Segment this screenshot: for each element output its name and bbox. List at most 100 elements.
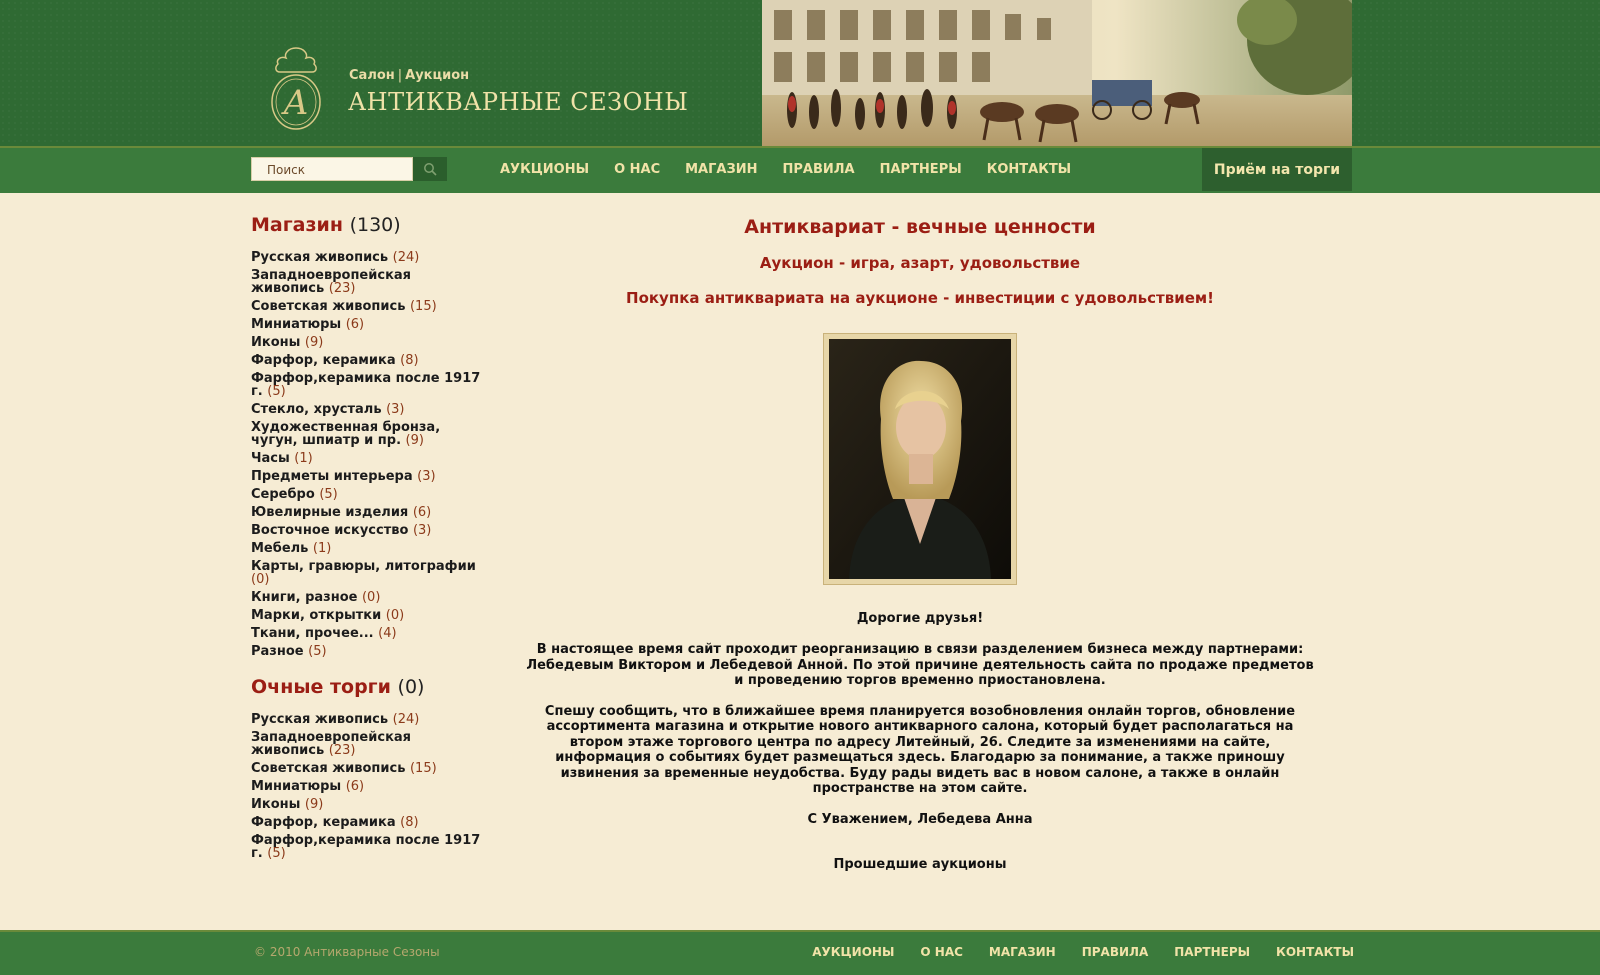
category-label[interactable]: Предметы интерьера [251, 469, 413, 484]
category-label[interactable]: Русская живопись [251, 250, 388, 265]
list-item[interactable]: Художественная бронза, чугун, шпиатр и п… [251, 421, 487, 447]
category-label[interactable]: Мебель [251, 541, 308, 556]
search-input[interactable]: Поиск [251, 157, 413, 181]
category-label[interactable]: Разное [251, 644, 304, 659]
category-count: (23) [328, 743, 356, 758]
consign-button[interactable]: Приём на торги [1202, 148, 1352, 191]
footer-item-contacts[interactable]: КОНТАКТЫ [1276, 945, 1354, 959]
category-count: (0) [385, 608, 405, 623]
nav-item-shop[interactable]: МАГАЗИН [685, 162, 757, 177]
list-item[interactable]: Русская живопись (24) [251, 251, 487, 264]
category-count: (0) [361, 590, 381, 605]
footer-item-about[interactable]: О НАС [920, 945, 963, 959]
footer-item-partners[interactable]: ПАРТНЕРЫ [1174, 945, 1250, 959]
nav-item-partners[interactable]: ПАРТНЕРЫ [880, 162, 962, 177]
list-item[interactable]: Фарфор,керамика после 1917 г. (5) [251, 372, 487, 398]
shop-count: (130) [349, 214, 401, 236]
shop-title-link[interactable]: Магазин [251, 214, 343, 236]
search-button[interactable] [413, 157, 447, 181]
category-count: (5) [319, 487, 338, 502]
list-item[interactable]: Миниатюры (6) [251, 780, 487, 793]
auction-category-list: Русская живопись (24) Западноевропейская… [251, 713, 487, 860]
category-count: (8) [400, 815, 419, 830]
list-item[interactable]: Западноевропейская живопись (23) [251, 731, 487, 757]
list-item[interactable]: Ткани, прочее... (4) [251, 627, 487, 640]
category-label[interactable]: Иконы [251, 335, 300, 350]
list-item[interactable]: Ювелирные изделия (6) [251, 506, 487, 519]
footer-item-shop[interactable]: МАГАЗИН [989, 945, 1056, 959]
category-label[interactable]: Карты, гравюры, литографии [251, 559, 476, 574]
live-auction-heading: Очные торги (0) [251, 676, 487, 698]
category-label[interactable]: Фарфор, керамика [251, 815, 396, 830]
category-label[interactable]: Стекло, хрусталь [251, 402, 382, 417]
list-item[interactable]: Марки, открытки (0) [251, 609, 487, 622]
brand-salon[interactable]: Салон [349, 68, 395, 83]
category-label[interactable]: Советская живопись [251, 299, 405, 314]
list-item[interactable]: Серебро (5) [251, 488, 487, 501]
list-item[interactable]: Стекло, хрусталь (3) [251, 403, 487, 416]
copyright-text: © 2010 Антикварные Сезоны [254, 945, 440, 959]
category-count: (5) [308, 644, 327, 659]
past-auctions-link[interactable]: Прошедшие аукционы [525, 857, 1315, 872]
category-label[interactable]: Часы [251, 451, 290, 466]
footer-item-auctions[interactable]: АУКЦИОНЫ [812, 945, 894, 959]
page-tagline: Покупка антиквариата на аукционе - инвес… [626, 289, 1214, 307]
list-item[interactable]: Предметы интерьера (3) [251, 470, 487, 483]
category-count: (6) [345, 779, 365, 794]
list-item[interactable]: Советская живопись (15) [251, 762, 487, 775]
list-item[interactable]: Фарфор,керамика после 1917 г. (5) [251, 834, 487, 860]
nav-item-auctions[interactable]: АУКЦИОНЫ [500, 162, 589, 177]
list-item[interactable]: Миниатюры (6) [251, 318, 487, 331]
category-label[interactable]: Серебро [251, 487, 315, 502]
list-item[interactable]: Восточное искусство (3) [251, 524, 487, 537]
list-item[interactable]: Фарфор, керамика (8) [251, 816, 487, 829]
category-label[interactable]: Миниатюры [251, 317, 341, 332]
list-item[interactable]: Часы (1) [251, 452, 487, 465]
svg-text:A: A [281, 83, 309, 123]
signature-text: С Уважением, Лебедева Анна [807, 811, 1033, 827]
shop-category-list: Русская живопись (24) Западноевропейская… [251, 251, 487, 658]
footer-item-rules[interactable]: ПРАВИЛА [1082, 945, 1149, 959]
main-content: Антиквариат - вечные ценности Аукцион - … [525, 214, 1315, 872]
brand-auction[interactable]: Аукцион [405, 68, 469, 83]
category-label[interactable]: Миниатюры [251, 779, 341, 794]
category-count: (9) [304, 335, 324, 350]
category-count: (1) [294, 451, 313, 466]
category-count: (1) [312, 541, 332, 556]
category-label[interactable]: Фарфор, керамика [251, 353, 396, 368]
list-item[interactable]: Иконы (9) [251, 336, 487, 349]
category-count: (24) [392, 712, 420, 727]
category-label[interactable]: Русская живопись [251, 712, 388, 727]
list-item[interactable]: Фарфор, керамика (8) [251, 354, 487, 367]
list-item[interactable]: Книги, разное (0) [251, 591, 487, 604]
category-count: (3) [386, 402, 405, 417]
list-item[interactable]: Русская живопись (24) [251, 713, 487, 726]
list-item[interactable]: Западноевропейская живопись (23) [251, 269, 487, 295]
category-label[interactable]: Ткани, прочее... [251, 626, 374, 641]
category-label[interactable]: Книги, разное [251, 590, 357, 605]
category-count: (9) [405, 433, 424, 448]
category-label[interactable]: Советская живопись [251, 761, 405, 776]
nav-item-rules[interactable]: ПРАВИЛА [782, 162, 854, 177]
list-item[interactable]: Разное (5) [251, 645, 487, 658]
category-label[interactable]: Иконы [251, 797, 300, 812]
live-auction-title-link[interactable]: Очные торги [251, 676, 391, 698]
monogram-a-emblem-icon[interactable]: A [266, 42, 326, 130]
category-count: (24) [392, 250, 420, 265]
nav-item-contacts[interactable]: КОНТАКТЫ [987, 162, 1071, 177]
site-footer: © 2010 Антикварные Сезоны АУКЦИОНЫ О НАС… [0, 930, 1600, 975]
list-item[interactable]: Советская живопись (15) [251, 300, 487, 313]
category-count: (15) [409, 299, 437, 314]
announcement-paragraph-1: В настоящее время сайт проходит реоргани… [526, 642, 1314, 688]
category-label[interactable]: Ювелирные изделия [251, 505, 408, 520]
category-label[interactable]: Восточное искусство [251, 523, 408, 538]
list-item[interactable]: Иконы (9) [251, 798, 487, 811]
list-item[interactable]: Мебель (1) [251, 542, 487, 555]
nav-item-about[interactable]: О НАС [614, 162, 660, 177]
brand-title[interactable]: АНТИКВАРНЫЕ СЕЗОНЫ [348, 88, 688, 116]
shop-heading: Магазин (130) [251, 214, 487, 236]
category-count: (3) [412, 523, 432, 538]
category-count: (9) [304, 797, 324, 812]
category-label[interactable]: Марки, открытки [251, 608, 381, 623]
list-item[interactable]: Карты, гравюры, литографии (0) [251, 560, 487, 586]
